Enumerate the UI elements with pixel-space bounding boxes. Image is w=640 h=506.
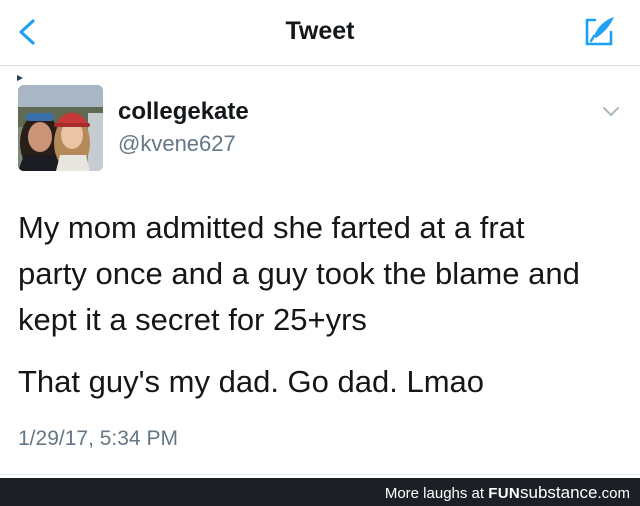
nav-bar: Tweet <box>0 0 640 66</box>
divider <box>0 474 640 475</box>
chevron-down-icon[interactable] <box>601 105 621 119</box>
tweet-body: My mom admitted she farted at a frat par… <box>18 205 618 405</box>
display-name[interactable]: collegekate <box>118 98 249 126</box>
compose-tweet-icon[interactable] <box>583 14 617 48</box>
watermark-brand-bold: FUN <box>488 485 520 502</box>
watermark-brand: substance <box>519 483 598 502</box>
watermark-tld: .com <box>597 485 630 502</box>
watermark-bar: More laughs at FUNsubstance.com <box>0 478 640 506</box>
page-title: Tweet <box>285 17 355 45</box>
avatar-photo <box>18 85 103 171</box>
tweet-text-line: kept it a secret for 25+yrs <box>18 302 367 337</box>
tweet-text-line: My mom admitted she farted at a frat <box>18 210 525 245</box>
tweet-text-line: That guy's my dad. Go dad. Lmao <box>18 364 484 399</box>
watermark-text: More laughs at FUNsubstance.com <box>385 483 630 503</box>
user-handle[interactable]: @kvene627 <box>118 131 236 157</box>
play-marker-icon <box>17 75 23 81</box>
tweet-timestamp: 1/29/17, 5:34 PM <box>18 427 178 450</box>
watermark-prefix: More laughs at <box>384 485 485 502</box>
avatar[interactable] <box>18 85 103 171</box>
tweet-text-line: party once and a guy took the blame and <box>18 256 580 291</box>
